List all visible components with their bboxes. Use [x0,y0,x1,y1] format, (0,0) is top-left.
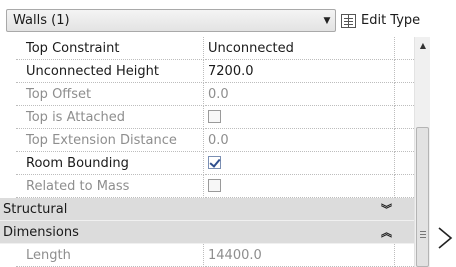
edit-type-label: Edit Type [361,13,421,28]
property-name: Room Bounding [16,152,204,175]
property-value: 0.0 [205,129,395,152]
property-row-length: Length 14400.0 [0,244,414,267]
group-header-structural[interactable]: Structural ︾ [0,198,414,221]
scroll-grip-icon [420,231,426,232]
property-row-unconnected-height[interactable]: Unconnected Height 7200.0 [0,60,414,83]
group-label: Dimensions [3,225,79,240]
property-row-top-offset: Top Offset 0.0 [0,83,414,106]
property-value[interactable]: Unconnected [205,37,395,60]
property-row-top-extension-distance: Top Extension Distance 0.0 [0,129,414,152]
property-name: Top Extension Distance [16,129,204,152]
property-name: Length [16,244,204,267]
vertical-scrollbar[interactable]: ▲ [414,37,430,267]
property-name: Top Offset [16,83,204,106]
collapse-chevron-icon[interactable]: ︽ [381,221,392,244]
group-label: Structural [3,202,68,217]
top-is-attached-checkbox [208,110,221,123]
property-row-top-constraint[interactable]: Top Constraint Unconnected [0,37,414,60]
related-to-mass-checkbox [208,179,221,192]
edit-type-icon [341,13,356,28]
panel-expand-arrow-icon[interactable] [436,226,454,250]
property-row-room-bounding[interactable]: Room Bounding [0,152,414,175]
property-value: 0.0 [205,83,395,106]
dropdown-arrow-icon[interactable]: ▼ [319,16,335,26]
scroll-up-arrow-icon[interactable]: ▲ [415,37,431,55]
property-name: Related to Mass [16,175,204,198]
property-value [205,106,395,129]
expand-chevron-icon[interactable]: ︾ [381,198,392,221]
property-value [205,152,395,175]
type-selector-label: Walls (1) [13,13,70,28]
property-value [205,175,395,198]
edit-type-button[interactable]: Edit Type [341,9,420,32]
property-row-related-to-mass: Related to Mass [0,175,414,198]
type-selector-dropdown[interactable]: Walls (1) ▼ [6,9,336,32]
property-value[interactable]: 7200.0 [205,60,395,83]
property-value: 14400.0 [205,244,395,267]
room-bounding-checkbox[interactable] [208,156,221,169]
group-header-dimensions[interactable]: Dimensions ︽ [0,221,414,244]
property-name: Top is Attached [16,106,204,129]
property-name: Unconnected Height [16,60,204,83]
properties-header: Walls (1) ▼ Edit Type [0,0,456,36]
property-name: Top Constraint [16,37,204,60]
properties-grid: Top Constraint Unconnected Unconnected H… [0,37,414,267]
property-row-top-is-attached: Top is Attached [0,106,414,129]
scroll-thumb[interactable] [416,127,429,267]
